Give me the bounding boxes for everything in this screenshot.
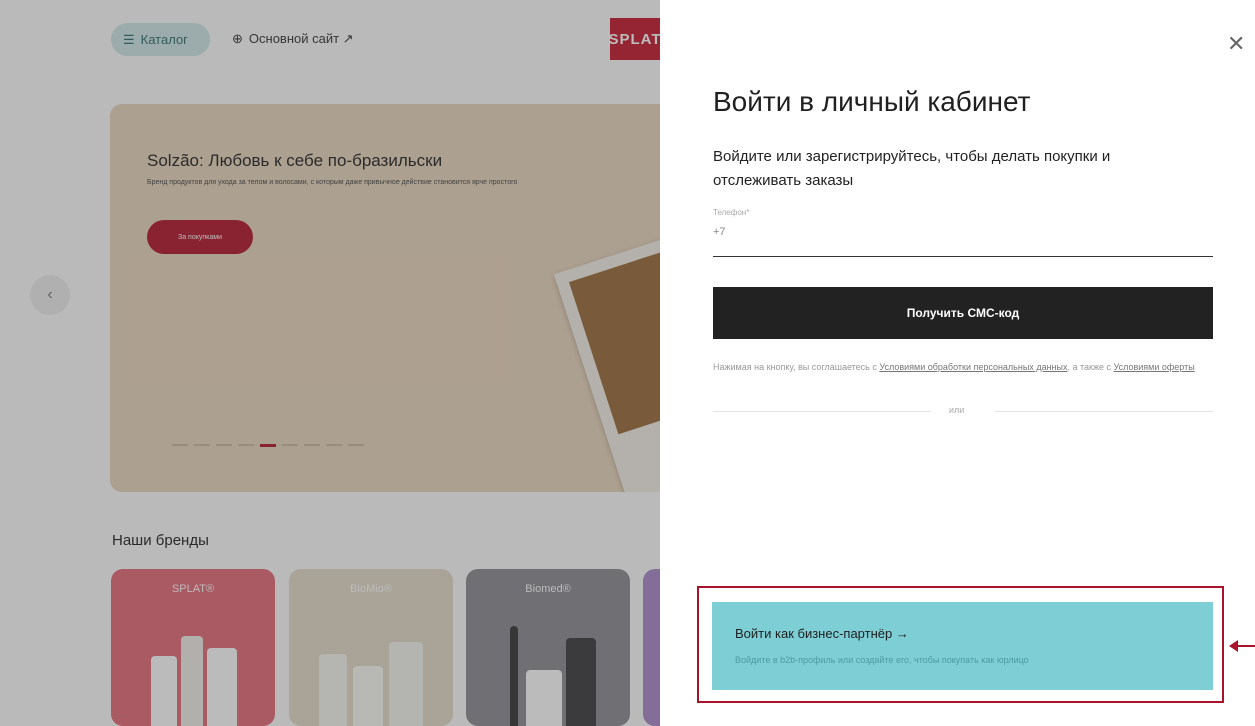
phone-label: Телефон* <box>713 208 750 217</box>
get-sms-code-button[interactable]: Получить СМС-код <box>713 287 1213 339</box>
offer-terms-link[interactable]: Условиями оферты <box>1113 362 1194 372</box>
login-subtitle: Войдите или зарегистрируйтесь, чтобы дел… <box>713 148 1111 189</box>
pointer-arrow-line <box>1236 645 1255 647</box>
phone-input-underline <box>713 256 1213 257</box>
close-icon[interactable]: ✕ <box>1227 31 1245 57</box>
terms-text: Нажимая на кнопку, вы соглашаетесь с Усл… <box>713 361 1213 374</box>
privacy-terms-link[interactable]: Условиями обработки персональных данных <box>879 362 1067 372</box>
or-divider-text: или <box>949 405 965 415</box>
modal-overlay[interactable] <box>0 0 660 726</box>
terms-middle: , а также с <box>1067 362 1114 372</box>
or-divider-right <box>995 411 1213 412</box>
login-title: Войти в личный кабинет <box>713 86 1031 117</box>
arrow-left-icon <box>1229 640 1238 652</box>
highlight-frame <box>697 586 1224 703</box>
phone-input[interactable]: +7 <box>713 226 726 238</box>
or-divider-left <box>713 411 931 412</box>
terms-prefix: Нажимая на кнопку, вы соглашаетесь с <box>713 362 880 372</box>
